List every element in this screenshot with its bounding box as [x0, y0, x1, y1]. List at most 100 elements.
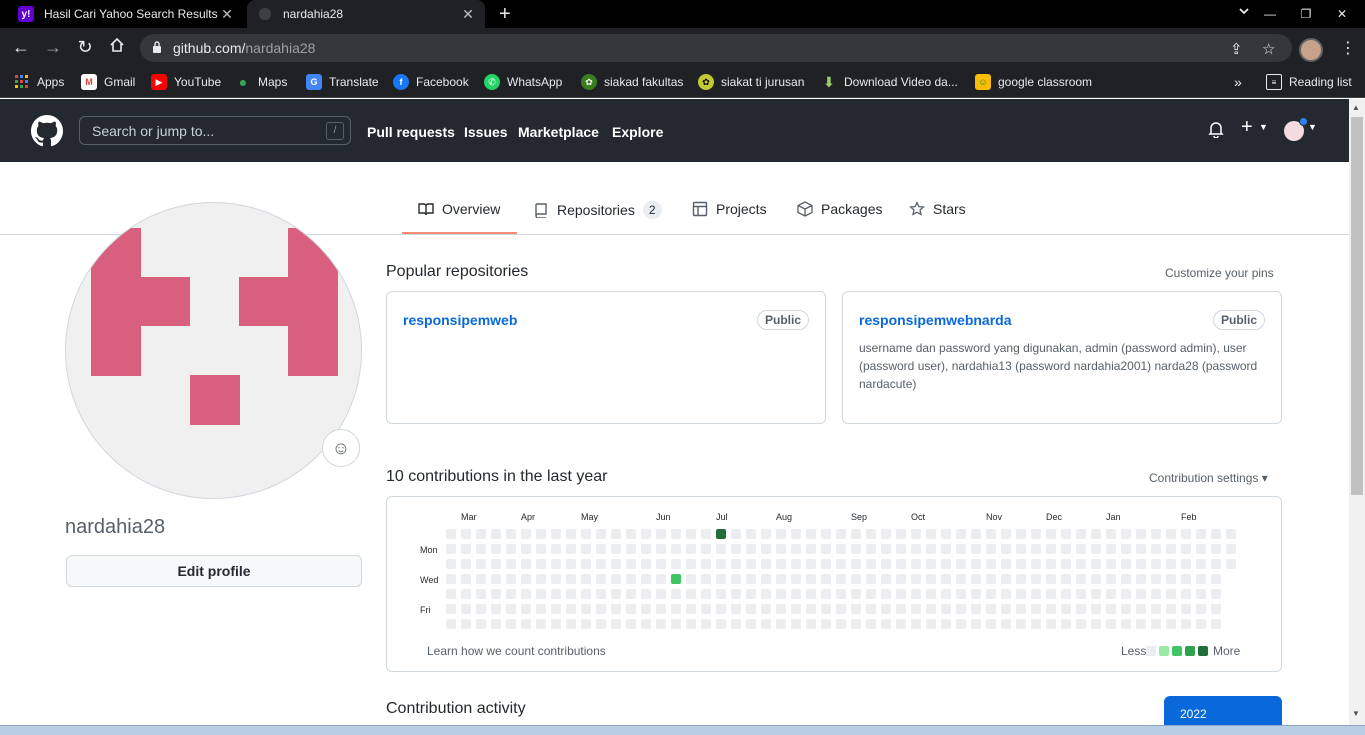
contribution-day-cell[interactable]	[866, 559, 876, 569]
contribution-day-cell[interactable]	[926, 619, 936, 629]
contribution-day-cell[interactable]	[1136, 619, 1146, 629]
contribution-day-cell[interactable]	[641, 574, 651, 584]
contribution-day-cell[interactable]	[1016, 529, 1026, 539]
contribution-day-cell[interactable]	[701, 559, 711, 569]
contribution-day-cell[interactable]	[551, 619, 561, 629]
contribution-day-cell[interactable]	[641, 604, 651, 614]
contribution-day-cell[interactable]	[641, 529, 651, 539]
contribution-day-cell[interactable]	[971, 619, 981, 629]
contribution-day-cell[interactable]	[446, 529, 456, 539]
contribution-day-cell[interactable]	[1196, 574, 1206, 584]
contribution-day-cell[interactable]	[896, 619, 906, 629]
contribution-day-cell[interactable]	[851, 604, 861, 614]
contribution-day-cell[interactable]	[1091, 544, 1101, 554]
contribution-day-cell[interactable]	[971, 604, 981, 614]
contribution-day-cell[interactable]	[656, 559, 666, 569]
contribution-day-cell[interactable]	[851, 589, 861, 599]
contribution-day-cell[interactable]	[551, 544, 561, 554]
contribution-day-cell[interactable]	[896, 529, 906, 539]
contribution-day-cell[interactable]	[1166, 544, 1176, 554]
contribution-day-cell[interactable]	[506, 559, 516, 569]
contribution-day-cell[interactable]	[1136, 604, 1146, 614]
contribution-day-cell[interactable]	[701, 529, 711, 539]
contribution-day-cell[interactable]	[671, 604, 681, 614]
contribution-day-cell[interactable]	[506, 574, 516, 584]
contribution-day-cell[interactable]	[566, 529, 576, 539]
contribution-day-cell[interactable]	[986, 619, 996, 629]
contribution-day-cell[interactable]	[1001, 529, 1011, 539]
contribution-day-cell[interactable]	[476, 589, 486, 599]
contribution-day-cell[interactable]	[941, 559, 951, 569]
contribution-day-cell[interactable]	[491, 559, 501, 569]
contribution-day-cell[interactable]	[1076, 619, 1086, 629]
contribution-day-cell[interactable]	[746, 574, 756, 584]
contribution-day-cell[interactable]	[461, 559, 471, 569]
contribution-day-cell[interactable]	[521, 604, 531, 614]
contribution-day-cell[interactable]	[866, 529, 876, 539]
contribution-day-cell[interactable]	[926, 544, 936, 554]
contribution-day-cell[interactable]	[761, 574, 771, 584]
contribution-day-cell[interactable]	[896, 559, 906, 569]
contribution-day-cell[interactable]	[611, 574, 621, 584]
contribution-day-cell[interactable]	[1031, 619, 1041, 629]
contribution-day-cell[interactable]	[626, 589, 636, 599]
contribution-day-cell[interactable]	[1226, 544, 1236, 554]
contribution-day-cell[interactable]	[626, 574, 636, 584]
contribution-day-cell[interactable]	[836, 559, 846, 569]
contribution-day-cell[interactable]	[1031, 544, 1041, 554]
contribution-day-cell[interactable]	[1196, 529, 1206, 539]
contribution-day-cell[interactable]	[1166, 574, 1176, 584]
contribution-day-cell[interactable]	[1151, 544, 1161, 554]
contribution-day-cell[interactable]	[536, 619, 546, 629]
contribution-day-cell[interactable]	[806, 559, 816, 569]
contribution-day-cell[interactable]	[536, 529, 546, 539]
contribution-day-cell[interactable]	[551, 529, 561, 539]
contribution-day-cell[interactable]	[866, 574, 876, 584]
contribution-day-cell[interactable]	[956, 544, 966, 554]
contribution-day-cell[interactable]	[641, 544, 651, 554]
contribution-day-cell[interactable]	[551, 589, 561, 599]
contribution-day-cell[interactable]	[1061, 529, 1071, 539]
contribution-day-cell[interactable]	[596, 544, 606, 554]
contribution-day-cell[interactable]	[1121, 529, 1131, 539]
contribution-day-cell[interactable]	[791, 544, 801, 554]
contribution-day-cell[interactable]	[1046, 574, 1056, 584]
contribution-day-cell[interactable]	[806, 619, 816, 629]
contribution-day-cell[interactable]	[641, 559, 651, 569]
contribution-day-cell[interactable]	[791, 589, 801, 599]
learn-contributions-link[interactable]: Learn how we count contributions	[427, 644, 606, 658]
contribution-day-cell[interactable]	[836, 589, 846, 599]
contribution-day-cell[interactable]	[521, 619, 531, 629]
contribution-day-cell[interactable]	[1046, 619, 1056, 629]
contribution-day-cell[interactable]	[1091, 559, 1101, 569]
contribution-day-cell[interactable]	[701, 604, 711, 614]
contribution-day-cell[interactable]	[446, 544, 456, 554]
contribution-day-cell[interactable]	[731, 604, 741, 614]
contribution-day-cell[interactable]	[461, 544, 471, 554]
contribution-day-cell[interactable]	[941, 619, 951, 629]
contribution-day-cell[interactable]	[596, 574, 606, 584]
contribution-day-cell[interactable]	[896, 574, 906, 584]
contribution-day-cell[interactable]	[536, 574, 546, 584]
contribution-day-cell[interactable]	[611, 589, 621, 599]
contribution-day-cell[interactable]	[521, 544, 531, 554]
contribution-day-cell[interactable]	[1061, 619, 1071, 629]
contribution-day-cell[interactable]	[1076, 604, 1086, 614]
contribution-day-cell[interactable]	[971, 544, 981, 554]
contribution-day-cell[interactable]	[776, 589, 786, 599]
contribution-day-cell[interactable]	[1136, 529, 1146, 539]
contribution-day-cell[interactable]	[491, 544, 501, 554]
contribution-day-cell[interactable]	[911, 529, 921, 539]
contribution-day-cell[interactable]	[476, 619, 486, 629]
contribution-day-cell[interactable]	[686, 544, 696, 554]
contribution-day-cell[interactable]	[956, 604, 966, 614]
contribution-day-cell[interactable]	[1211, 619, 1221, 629]
contribution-day-cell[interactable]	[926, 604, 936, 614]
contribution-day-cell[interactable]	[1151, 559, 1161, 569]
contribution-day-cell[interactable]	[941, 529, 951, 539]
contribution-day-cell[interactable]	[821, 589, 831, 599]
contribution-day-cell[interactable]	[476, 574, 486, 584]
contribution-day-cell[interactable]	[836, 604, 846, 614]
contribution-day-cell[interactable]	[1016, 589, 1026, 599]
contribution-day-cell[interactable]	[671, 589, 681, 599]
